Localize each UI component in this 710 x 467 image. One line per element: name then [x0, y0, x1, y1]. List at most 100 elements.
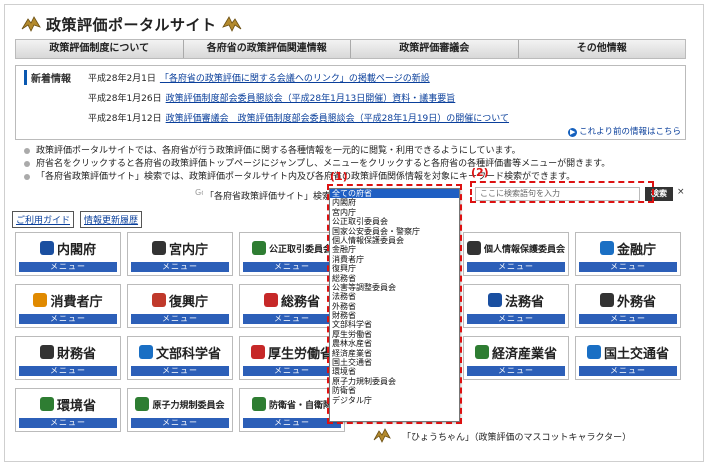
ministry-tile[interactable]: 文部科学省 メニュー — [127, 336, 233, 380]
site-title[interactable]: 政策評価ポータルサイト — [46, 14, 217, 35]
dropdown-option[interactable]: 個人情報保護委員会 — [330, 236, 459, 245]
ministry-menu-button[interactable]: メニュー — [243, 418, 341, 428]
ministry-tile[interactable]: 財務省 メニュー — [15, 336, 121, 380]
dropdown-option[interactable]: 厚生労働省 — [330, 330, 459, 339]
keyword-input[interactable]: ここに検索語句を入力 — [475, 187, 640, 201]
news-label: 新着情報 — [24, 70, 80, 85]
ministry-logo[interactable]: 文部科学省 — [128, 337, 232, 367]
ministry-logo[interactable]: 経済産業省 — [464, 337, 568, 367]
ministry-tile[interactable]: 内閣府 メニュー — [15, 232, 121, 276]
dropdown-option[interactable]: 外務省 — [330, 302, 459, 311]
ministry-logo[interactable]: 復興庁 — [128, 285, 232, 315]
ministry-logo[interactable]: 財務省 — [16, 337, 120, 367]
bullet-text: 政策評価ポータルサイトでは、各府省が行う政策評価に関する各種情報を一元的に閲覧・… — [22, 145, 692, 158]
dropdown-option[interactable]: 宮内庁 — [330, 208, 459, 217]
dropdown-option[interactable]: 環境省 — [330, 367, 459, 376]
ministry-logo[interactable]: 宮内庁 — [128, 233, 232, 263]
dropdown-option[interactable]: 農林水産省 — [330, 339, 459, 348]
news-more-link[interactable]: ▶ これより前の情報はこちら — [568, 125, 681, 137]
ministry-menu-button[interactable]: メニュー — [131, 262, 229, 272]
nav-item-seido[interactable]: 政策評価制度について — [16, 40, 184, 58]
ministry-emblem-icon — [251, 241, 266, 255]
ministry-menu-button[interactable]: メニュー — [131, 418, 229, 428]
ministry-logo[interactable]: 法務省 — [464, 285, 568, 315]
nav-item-other[interactable]: その他情報 — [519, 40, 686, 58]
ministry-logo[interactable]: 金融庁 — [576, 233, 680, 263]
ministry-name: 外務省 — [616, 294, 656, 310]
ministry-menu-button[interactable]: メニュー — [131, 314, 229, 324]
ministry-select-dropdown[interactable]: 全ての府省 内閣府 宮内庁 公正取引委員会 国家公安委員会・警察庁 個人情報保護委員会 金融… — [329, 188, 460, 422]
ministry-name: 法務省 — [504, 294, 544, 310]
news-link[interactable]: 政策評価審議会 政策評価制度部会委員懇談会（平成28年1月19日）の開催について — [166, 114, 509, 124]
ministry-menu-button[interactable]: メニュー — [467, 366, 565, 376]
ministry-menu-button[interactable]: メニュー — [579, 366, 677, 376]
ministry-emblem-icon — [474, 345, 489, 359]
ministry-logo[interactable]: 国土交通省 — [576, 337, 680, 367]
dropdown-option[interactable]: デジタル庁 — [330, 396, 459, 405]
news-date: 平成28年1月12日 — [88, 114, 162, 124]
news-link[interactable]: 「各府省の政策評価に関する会議へのリンク」の掲載ページの新設 — [160, 74, 430, 84]
ministry-menu-button[interactable]: メニュー — [19, 418, 117, 428]
ministry-menu-button[interactable]: メニュー — [579, 262, 677, 272]
ministry-name: 原子力規制委員会 — [152, 400, 225, 411]
search-button[interactable]: 検索 — [645, 187, 673, 201]
ministry-menu-button[interactable]: メニュー — [243, 366, 341, 376]
ministry-menu-button[interactable]: メニュー — [131, 366, 229, 376]
ministry-menu-button[interactable]: メニュー — [243, 314, 341, 324]
usage-guide-link[interactable]: ご利用ガイド — [12, 211, 75, 228]
update-history-link[interactable]: 情報更新履歴 — [80, 211, 143, 228]
ministry-emblem-icon — [39, 241, 54, 255]
dropdown-option[interactable]: 内閣府 — [330, 198, 459, 207]
ministry-menu-button[interactable]: メニュー — [19, 366, 117, 376]
ministry-tile[interactable]: 消費者庁メニュー — [15, 284, 121, 328]
ministry-logo[interactable]: 内閣府 — [16, 233, 120, 263]
dropdown-option[interactable]: 公正取引委員会 — [330, 217, 459, 226]
dropdown-option[interactable]: 原子力規制委員会 — [330, 377, 459, 386]
ministry-logo[interactable]: 原子力規制委員会 — [128, 389, 232, 419]
arrow-right-icon: ▶ — [568, 128, 578, 137]
ministry-logo[interactable]: 環境省 — [16, 389, 120, 419]
ministry-menu-button[interactable]: メニュー — [19, 314, 117, 324]
dropdown-option[interactable]: 消費者庁 — [330, 255, 459, 264]
ministry-menu-button[interactable]: メニュー — [243, 262, 341, 272]
ministry-logo[interactable]: 外務省 — [576, 285, 680, 315]
dropdown-option[interactable]: 全ての府省 — [330, 189, 459, 199]
ministry-tile[interactable]: 宮内庁 メニュー — [127, 232, 233, 276]
ministry-tile[interactable]: 国土交通省 メニュー — [575, 336, 681, 380]
dropdown-option[interactable]: 国家公安委員会・警察庁 — [330, 227, 459, 236]
dropdown-option[interactable]: 防衛省 — [330, 386, 459, 395]
ministry-tile[interactable]: 金融庁 メニュー — [575, 232, 681, 276]
news-more-label: これより前の情報はこちら — [579, 127, 681, 137]
ministry-tile[interactable]: 個人情報保護委員会 メニュー — [463, 232, 569, 276]
dropdown-option[interactable]: 経済産業省 — [330, 349, 459, 358]
ministry-menu-button[interactable]: メニュー — [579, 314, 677, 324]
clear-icon[interactable]: × — [677, 187, 685, 197]
ministry-tile[interactable]: 復興庁 メニュー — [127, 284, 233, 328]
news-link[interactable]: 政策評価制度部会委員懇談会（平成28年1月13日開催）資料・議事要旨 — [166, 94, 456, 104]
ministry-menu-button[interactable]: メニュー — [19, 262, 117, 272]
ministry-logo[interactable]: 個人情報保護委員会 — [464, 233, 568, 263]
mascot-caption-text: 「ひょうちゃん」（政策評価のマスコットキャラクター） — [402, 432, 632, 443]
annotation-number-2: (2) — [471, 166, 489, 179]
dropdown-option[interactable]: 公害等調整委員会 — [330, 283, 459, 292]
ministry-tile[interactable]: 外務省メニュー — [575, 284, 681, 328]
dropdown-option[interactable]: 復興庁 — [330, 264, 459, 273]
ministry-emblem-icon — [599, 241, 614, 255]
ministry-tile[interactable]: 経済産業省 メニュー — [463, 336, 569, 380]
annotation-number-1: (1) — [330, 170, 348, 183]
ministry-name: 消費者庁 — [50, 294, 103, 310]
dropdown-option[interactable]: 金融庁 — [330, 245, 459, 254]
ministry-menu-button[interactable]: メニュー — [467, 262, 565, 272]
ministry-tile[interactable]: 原子力規制委員会メニュー — [127, 388, 233, 432]
dropdown-option[interactable]: 文部科学省 — [330, 320, 459, 329]
dropdown-option[interactable]: 総務省 — [330, 274, 459, 283]
ministry-tile[interactable]: 法務省メニュー — [463, 284, 569, 328]
ministry-menu-button[interactable]: メニュー — [467, 314, 565, 324]
dropdown-option[interactable]: 法務省 — [330, 292, 459, 301]
ministry-logo[interactable]: 消費者庁 — [16, 285, 120, 315]
ministry-tile[interactable]: 環境省 メニュー — [15, 388, 121, 432]
dropdown-option[interactable]: 国土交通省 — [330, 358, 459, 367]
nav-item-kakufusho[interactable]: 各府省の政策評価関連情報 — [184, 40, 351, 58]
ministry-emblem-icon — [250, 345, 265, 359]
nav-item-shingikai[interactable]: 政策評価審議会 — [351, 40, 519, 58]
